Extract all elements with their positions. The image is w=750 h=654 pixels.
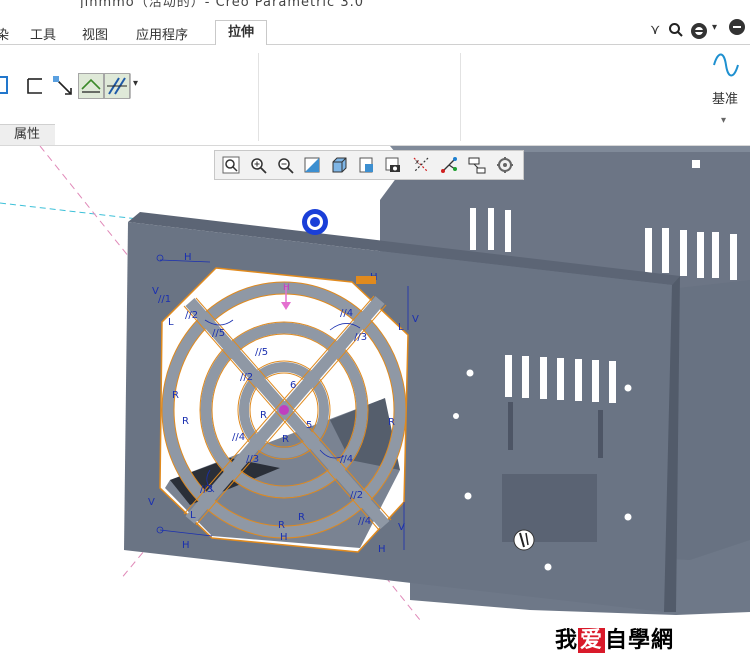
svg-text:L: L [190, 510, 196, 521]
chevron-down-icon: ▾ [133, 78, 139, 89]
svg-text://4: //4 [358, 516, 371, 527]
display-settings-icon[interactable] [495, 155, 515, 175]
svg-text://3: //3 [246, 454, 259, 465]
svg-text://4: //4 [340, 454, 353, 465]
svg-text://5: //5 [212, 328, 225, 339]
svg-text:H: H [378, 544, 386, 555]
tab-partial[interactable]: 染 [0, 24, 9, 43]
repaint-icon[interactable] [302, 155, 322, 175]
svg-text:L: L [168, 317, 174, 328]
svg-text:R: R [298, 512, 305, 523]
svg-text:V: V [148, 497, 155, 508]
svg-text:R: R [172, 390, 179, 401]
watermark-text-ai: 爱 [578, 628, 606, 653]
svg-text://2: //2 [240, 372, 253, 383]
ribbon-tabs: 染 工具 视图 应用程序 拉伸 ⋎ ▾ [0, 8, 750, 46]
svg-text:5: 5 [306, 420, 312, 431]
intersect-button[interactable] [104, 73, 130, 99]
datum-curve-icon[interactable] [712, 51, 740, 83]
svg-text://1: //1 [158, 294, 171, 305]
svg-text://5: //5 [255, 347, 268, 358]
datum-display-icon[interactable]: x [411, 155, 431, 175]
flip-direction-button[interactable] [78, 73, 104, 99]
window-titlebar: jihmmo（活动的）- Creo Parametric 3.0 [0, 0, 750, 8]
svg-text:R: R [282, 434, 289, 445]
remove-material-button[interactable] [50, 73, 76, 99]
svg-text://4: //4 [340, 308, 353, 319]
account-icon[interactable] [690, 22, 708, 44]
minimize-icon[interactable] [728, 18, 746, 40]
tab-tools[interactable]: 工具 [30, 24, 56, 43]
svg-text://2: //2 [350, 490, 363, 501]
pin-icon[interactable]: ⋎ [650, 22, 660, 38]
chevron-down-icon[interactable]: ▾ [712, 22, 717, 33]
tab-view[interactable]: 视图 [82, 24, 108, 43]
named-views-icon[interactable] [383, 155, 403, 175]
annotation-display-icon[interactable] [467, 155, 487, 175]
svg-text:V: V [412, 314, 419, 325]
svg-text:H: H [283, 283, 290, 293]
model-canvas: HV LR RH VL RV HR RH HV //5//2 //4//3 //… [0, 146, 750, 621]
view-toolbar: x [214, 150, 524, 180]
svg-text:H: H [280, 532, 288, 543]
svg-text:H: H [182, 540, 190, 551]
svg-text:x: x [415, 158, 419, 166]
window-title: jihmmo（活动的）- Creo Parametric 3.0 [80, 0, 364, 8]
options-dropdown[interactable]: ▾ [130, 73, 146, 99]
watermark-logo: 我爱自學網 [555, 622, 674, 654]
tab-applications[interactable]: 应用程序 [136, 24, 188, 43]
group-divider [258, 53, 259, 141]
zoom-in-icon[interactable] [248, 155, 268, 175]
watermark-text-wo: 我 [555, 628, 579, 653]
ribbon-panel: ▾ 基准 ▾ 属性 [0, 45, 750, 146]
display-style-icon[interactable] [329, 155, 349, 175]
svg-text:L: L [398, 322, 404, 333]
chevron-down-icon[interactable]: ▾ [721, 115, 726, 126]
extrude-option-button[interactable] [0, 73, 16, 99]
saved-orientations-icon[interactable] [356, 155, 376, 175]
graphics-viewport[interactable]: HV LR RH VL RV HR RH HV //5//2 //4//3 //… [0, 146, 750, 649]
svg-text:R: R [388, 417, 395, 428]
thicken-sketch-button[interactable] [22, 73, 48, 99]
zoom-out-icon[interactable] [275, 155, 295, 175]
datum-label[interactable]: 基准 [712, 88, 738, 107]
svg-text:6: 6 [290, 380, 296, 391]
svg-text:R: R [260, 410, 267, 421]
spin-center-icon[interactable] [439, 155, 459, 175]
tab-extrude[interactable]: 拉伸 [215, 20, 268, 46]
search-icon[interactable] [668, 22, 684, 42]
zoom-window-icon[interactable] [221, 155, 241, 175]
attribute-panel-tab[interactable]: 属性 [0, 124, 55, 145]
svg-text://3: //3 [354, 332, 367, 343]
svg-text:R: R [278, 520, 285, 531]
watermark-text-rest: 自學網 [605, 628, 675, 653]
svg-text://4: //4 [232, 432, 245, 443]
group-divider [460, 53, 461, 141]
svg-text:R: R [182, 416, 189, 427]
svg-text://2: //2 [185, 310, 198, 321]
